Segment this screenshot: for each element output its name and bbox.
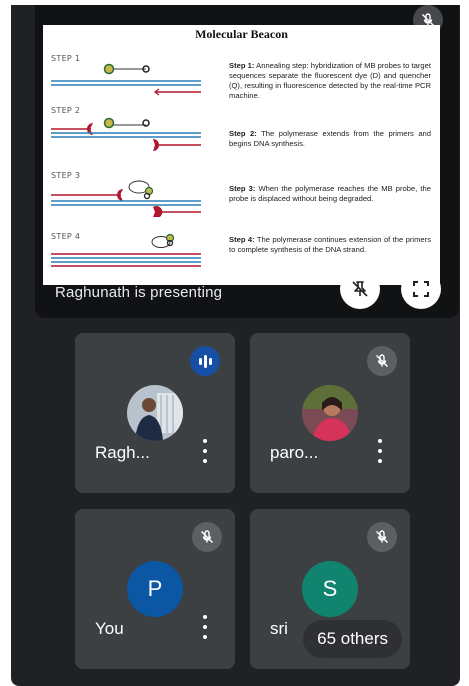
participant-name: Ragh...	[95, 443, 150, 462]
participant-tile[interactable]: paro...	[250, 333, 410, 493]
unpin-button[interactable]	[340, 269, 380, 309]
step-1-text: Step 1: Annealing step: hybridization of…	[229, 61, 431, 100]
meet-app: Molecular Beacon STEP 1 Step 1: Annealin…	[11, 5, 460, 686]
more-options-icon[interactable]	[195, 439, 215, 463]
slide-title: Molecular Beacon	[195, 27, 288, 41]
participant-tile[interactable]: Ragh...	[75, 333, 235, 493]
unpin-icon	[352, 281, 368, 297]
others-button[interactable]: 65 others	[303, 620, 402, 658]
presenting-label: Raghunath is presenting	[55, 284, 223, 301]
participant-name: You	[95, 619, 124, 638]
presentation-tile[interactable]: Molecular Beacon STEP 1 Step 1: Annealin…	[35, 5, 459, 318]
speaking-indicator-icon	[190, 346, 220, 376]
step-4-text: Step 4: The polymerase continues extensi…	[229, 235, 431, 254]
avatar: P	[127, 561, 183, 617]
step-4-diagram	[51, 233, 201, 267]
fullscreen-icon	[413, 281, 429, 297]
participant-name: paro...	[270, 443, 319, 462]
avatar: S	[302, 561, 358, 617]
step-3-diagram	[51, 180, 201, 217]
more-options-icon[interactable]	[370, 439, 390, 463]
step-2-diagram	[51, 117, 201, 151]
step-3-text: Step 3: When the polymerase reaches the …	[229, 184, 431, 203]
participant-name: sri	[270, 619, 288, 638]
participant-tile-self[interactable]: P You	[75, 509, 235, 669]
step-1-diagram	[51, 63, 201, 96]
fullscreen-button[interactable]	[401, 269, 441, 309]
mic-off-icon	[367, 346, 397, 376]
mic-off-icon	[192, 522, 222, 552]
mic-off-icon	[367, 522, 397, 552]
avatar	[302, 385, 358, 441]
more-options-icon[interactable]	[195, 615, 215, 639]
step-2-label: STEP 2	[51, 106, 81, 115]
shared-slide: Molecular Beacon STEP 1 Step 1: Annealin…	[43, 25, 440, 285]
avatar	[127, 385, 183, 441]
step-2-text: Step 2: The polymerase extends from the …	[229, 129, 431, 148]
